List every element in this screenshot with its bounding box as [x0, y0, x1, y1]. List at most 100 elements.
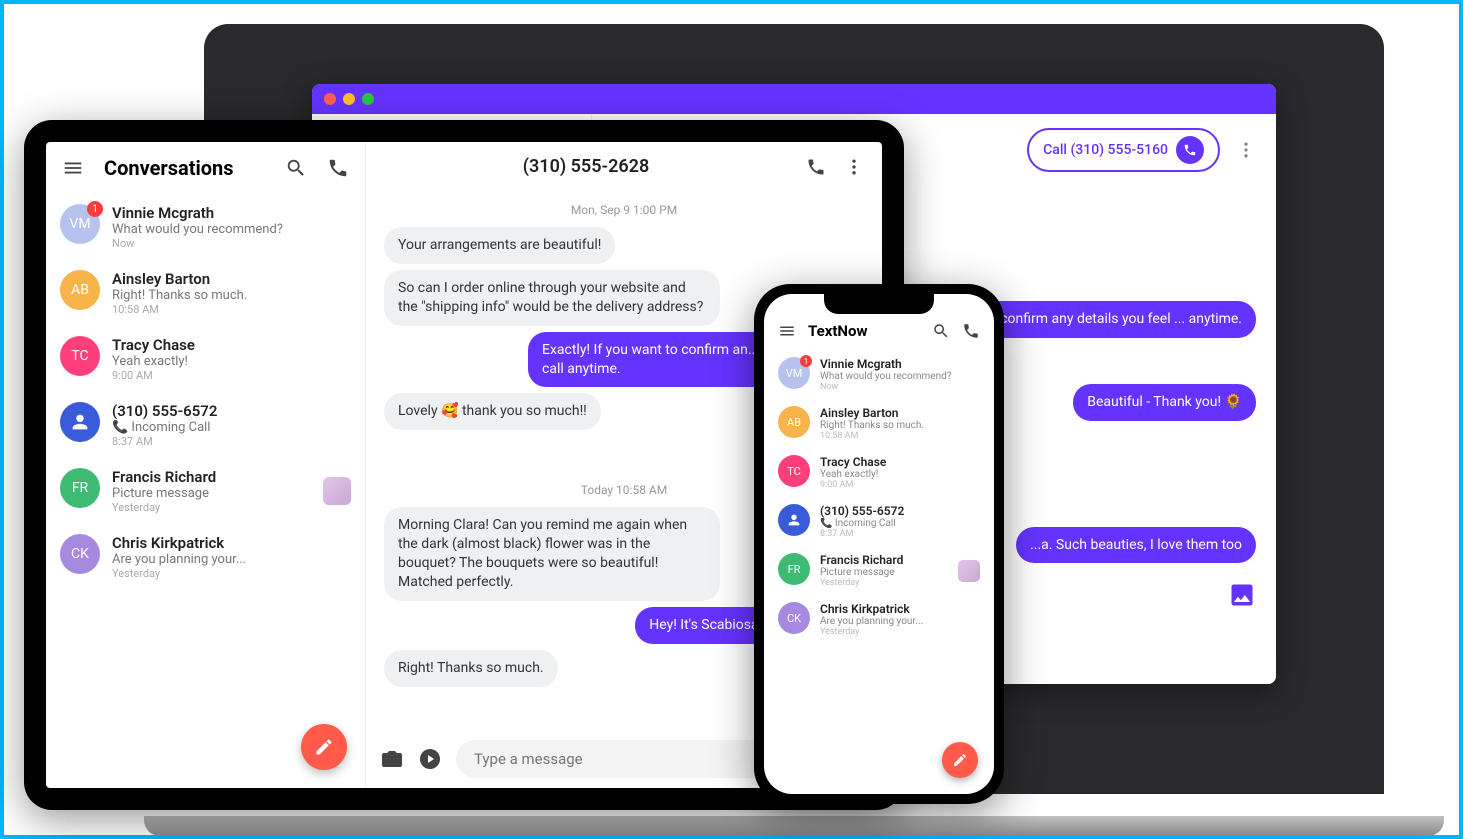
search-icon[interactable] — [285, 157, 307, 179]
message-out: Beautiful - Thank you! 🌻 — [1073, 384, 1256, 421]
overflow-menu-icon[interactable] — [1236, 140, 1256, 160]
conversation-item[interactable]: FR Francis RichardPicture messageYesterda… — [46, 458, 365, 524]
contact-name: Vinnie Mcgrath — [820, 357, 980, 371]
conversation-item[interactable]: AB Ainsley BartonRight! Thanks so much.10… — [768, 399, 990, 448]
contact-name: Ainsley Barton — [112, 270, 351, 288]
compose-fab[interactable] — [301, 724, 347, 770]
avatar: FR — [778, 553, 810, 585]
conversation-item[interactable]: AB Ainsley BartonRight! Thanks so much.10… — [46, 260, 365, 326]
page-title: Conversations — [104, 156, 265, 180]
avatar: VM1 — [60, 204, 100, 244]
image-thumb — [323, 477, 351, 505]
call-label: Call (310) 555-5160 — [1043, 142, 1168, 158]
hamburger-icon[interactable] — [778, 322, 796, 340]
message-in: Lovely 🥰 thank you so much!! — [384, 393, 601, 430]
message-preview: What would you recommend? — [820, 371, 980, 382]
avatar: AB — [60, 270, 100, 310]
message-preview: 📞 Incoming Call — [112, 420, 351, 435]
avatar — [778, 504, 810, 536]
conversation-item[interactable]: (310) 555-6572📞 Incoming Call8:37 AM — [768, 497, 990, 546]
call-button[interactable]: Call (310) 555-5160 — [1027, 128, 1220, 172]
message-in: Right! Thanks so much. — [384, 650, 558, 687]
message-time: 10:58 AM — [820, 431, 980, 441]
message-preview: 📞 Incoming Call — [820, 518, 980, 529]
contact-name: Ainsley Barton — [820, 406, 980, 420]
conversation-item[interactable]: FR Francis RichardPicture messageYesterda… — [768, 546, 990, 595]
image-thumb — [958, 560, 980, 582]
message-time: 8:37 AM — [820, 529, 980, 539]
unread-badge: 1 — [800, 355, 812, 367]
message-in: Morning Clara! Can you remind me again w… — [384, 507, 720, 601]
phone-device: TextNow VM1 Vinnie McgrathWhat would you … — [754, 284, 1004, 804]
message-time: 10:58 AM — [112, 303, 351, 316]
camera-icon[interactable] — [380, 747, 404, 771]
message-preview: Are you planning your... — [112, 552, 351, 567]
message-preview: Yeah exactly! — [112, 354, 351, 369]
phone-notch — [824, 292, 934, 314]
avatar: AB — [778, 406, 810, 438]
compose-fab[interactable] — [942, 742, 978, 778]
hamburger-icon[interactable] — [62, 157, 84, 179]
message-preview: Yeah exactly! — [820, 469, 980, 480]
avatar: TC — [60, 336, 100, 376]
contact-name: (310) 555-6572 — [112, 402, 351, 420]
conversation-item[interactable]: VM1 Vinnie McgrathWhat would you recommen… — [768, 350, 990, 399]
message-time: Now — [112, 237, 351, 250]
message-time: Yesterday — [112, 501, 311, 514]
avatar: CK — [778, 602, 810, 634]
avatar: TC — [778, 455, 810, 487]
conversation-item[interactable]: TC Tracy ChaseYeah exactly!9:00 AM — [768, 448, 990, 497]
avatar — [60, 402, 100, 442]
dialpad-icon[interactable] — [327, 157, 349, 179]
conversation-item[interactable]: VM1 Vinnie McgrathWhat would you recommen… — [46, 194, 365, 260]
message-preview: Picture message — [112, 486, 311, 501]
message-time: Yesterday — [820, 627, 980, 637]
message-time: 9:00 AM — [112, 369, 351, 382]
message-out: ...a. Such beauties, I love them too — [1016, 527, 1256, 564]
message-time: Yesterday — [112, 567, 351, 580]
minimize-icon[interactable] — [343, 93, 355, 105]
message-date: Mon, Sep 9 1:00 PM — [384, 203, 864, 217]
macos-titlebar — [312, 84, 1276, 114]
message-preview: Right! Thanks so much. — [112, 288, 351, 303]
message-preview: Are you planning your... — [820, 616, 980, 627]
search-icon[interactable] — [932, 322, 950, 340]
tablet-sidebar: Conversations VM1 Vinnie McgrathWhat woul… — [46, 142, 366, 788]
message-preview: Picture message — [820, 567, 948, 578]
overflow-menu-icon[interactable] — [844, 157, 864, 177]
app-title: TextNow — [808, 322, 920, 340]
contact-name: Francis Richard — [820, 553, 948, 567]
conversation-item[interactable]: TC Tracy ChaseYeah exactly!9:00 AM — [46, 326, 365, 392]
message-in: Your arrangements are beautiful! — [384, 227, 615, 264]
avatar: CK — [60, 534, 100, 574]
contact-name: Tracy Chase — [820, 455, 980, 469]
conversation-item[interactable]: (310) 555-6572📞 Incoming Call8:37 AM — [46, 392, 365, 458]
contact-name: Chris Kirkpatrick — [820, 602, 980, 616]
message-preview: What would you recommend? — [112, 222, 351, 237]
avatar: FR — [60, 468, 100, 508]
message-time: Yesterday — [820, 578, 948, 588]
chat-header-number: (310) 555-2628 — [384, 156, 788, 177]
close-icon[interactable] — [324, 93, 336, 105]
contact-name: Tracy Chase — [112, 336, 351, 354]
message-preview: Right! Thanks so much. — [820, 420, 980, 431]
message-time: 9:00 AM — [820, 480, 980, 490]
attachment-icon[interactable] — [418, 747, 442, 771]
unread-badge: 1 — [87, 201, 103, 217]
phone-icon[interactable] — [806, 157, 826, 177]
contact-name: Vinnie Mcgrath — [112, 204, 351, 222]
contact-name: (310) 555-6572 — [820, 504, 980, 518]
message-in: So can I order online through your websi… — [384, 270, 720, 326]
conversation-item[interactable]: CK Chris KirkpatrickAre you planning your… — [46, 524, 365, 590]
avatar: VM1 — [778, 357, 810, 389]
contact-name: Francis Richard — [112, 468, 311, 486]
message-time: Now — [820, 382, 980, 392]
maximize-icon[interactable] — [362, 93, 374, 105]
contact-name: Chris Kirkpatrick — [112, 534, 351, 552]
conversation-item[interactable]: CK Chris KirkpatrickAre you planning your… — [768, 595, 990, 644]
laptop-base — [144, 816, 1444, 836]
phone-icon — [1176, 136, 1204, 164]
dialpad-icon[interactable] — [962, 322, 980, 340]
message-time: 8:37 AM — [112, 435, 351, 448]
image-icon[interactable] — [1228, 581, 1256, 613]
